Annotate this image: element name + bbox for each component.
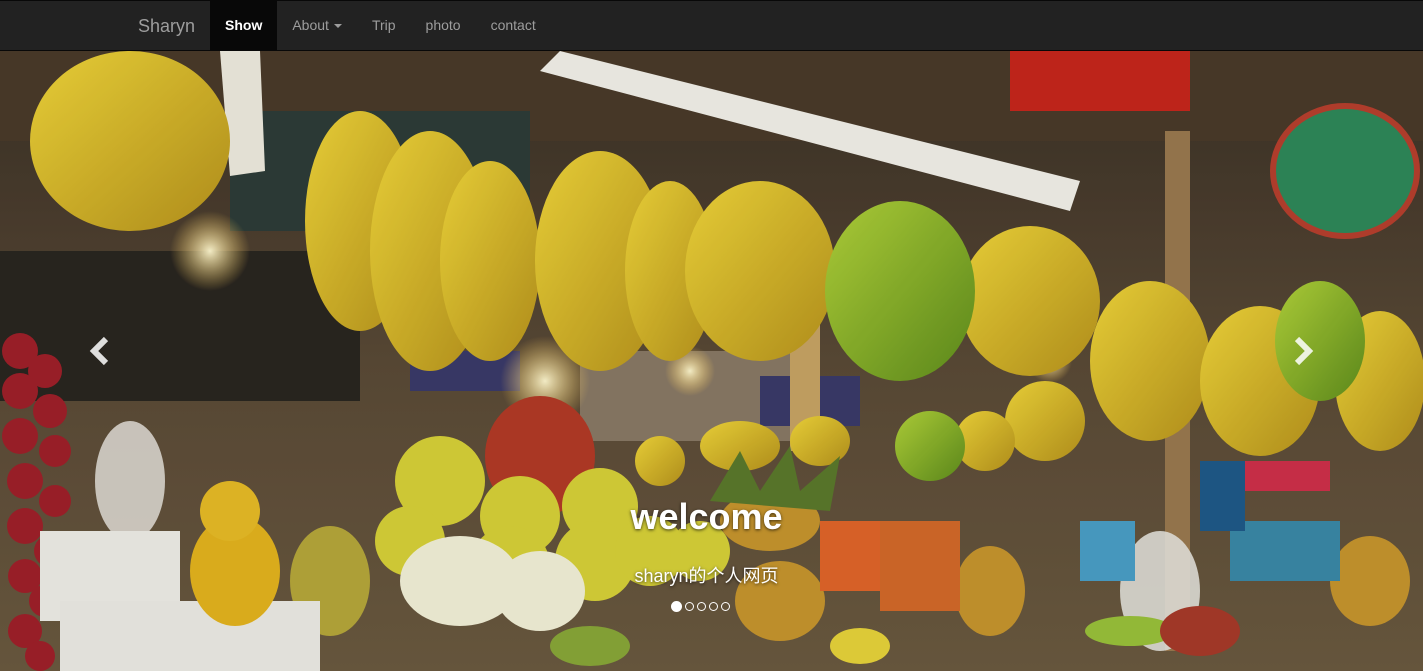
carousel-indicator[interactable] — [671, 601, 682, 612]
carousel-caption-subtitle: sharyn的个人网页 — [634, 566, 779, 586]
brand-link[interactable]: Sharyn — [138, 1, 195, 52]
carousel-indicator[interactable] — [721, 602, 730, 611]
navbar: Sharyn Show About Trip photo contact — [0, 0, 1423, 51]
nav-item-contact[interactable]: contact — [476, 1, 551, 50]
carousel-caption-title: welcome — [630, 496, 783, 537]
carousel: welcome sharyn的个人网页 — [0, 51, 1423, 671]
carousel-indicator[interactable] — [697, 602, 706, 611]
carousel-indicators — [671, 601, 730, 612]
chevron-right-icon — [1294, 336, 1314, 366]
carousel-next-control[interactable] — [1281, 331, 1321, 371]
nav-item-about[interactable]: About — [277, 1, 357, 50]
nav-item-photo[interactable]: photo — [411, 1, 476, 50]
carousel-indicator[interactable] — [709, 602, 718, 611]
nav-item-show[interactable]: Show — [210, 1, 278, 50]
carousel-indicator[interactable] — [685, 602, 694, 611]
chevron-left-icon — [89, 336, 109, 366]
carousel-prev-control[interactable] — [82, 331, 122, 371]
caret-down-icon — [333, 24, 342, 29]
nav-item-trip[interactable]: Trip — [357, 1, 411, 50]
nav-item-about-label: About — [292, 17, 329, 33]
nav-menu: Show About Trip photo contact — [210, 1, 551, 52]
